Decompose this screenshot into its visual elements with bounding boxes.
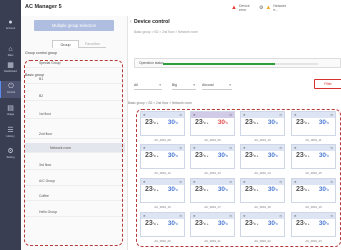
filter-select-all[interactable]: All ▾ <box>134 80 162 90</box>
chevron-down-icon: ▾ <box>159 83 161 87</box>
app-title: AC Manager 5 <box>25 4 62 10</box>
nav-item-label: History <box>6 135 15 138</box>
operation-progress <box>163 63 318 65</box>
nav-item-label: Main <box>7 54 14 57</box>
chart-icon: ▤ <box>7 105 14 112</box>
filter-select-size[interactable]: Big ▾ <box>172 80 196 90</box>
nav-item-label: Usage <box>6 113 15 116</box>
filter-select-all-value: All <box>134 83 138 87</box>
filter-select-size-value: Big <box>172 83 177 87</box>
nav-item-label: Account <box>5 27 16 30</box>
chevron-down-icon: ▾ <box>229 83 231 87</box>
error-alert-label[interactable]: Device error <box>239 4 257 12</box>
grid-icon: ▦ <box>7 62 14 69</box>
home-icon: ⌂ <box>8 46 13 53</box>
device-grid-highlight <box>136 109 341 247</box>
nav-item-account[interactable]: ● Account <box>0 17 21 34</box>
group-tree-highlight <box>24 60 123 246</box>
list-icon: ☰ <box>7 127 14 134</box>
control-group-header: Group control group <box>25 51 57 55</box>
multi-select-button[interactable]: Multiple group selection <box>34 20 114 31</box>
user-alerts: ▲ Device error ⚙ ▲ Network e... <box>231 4 291 12</box>
nav-item-label: Setting <box>6 156 15 159</box>
page-title: Device control <box>134 19 170 25</box>
nav-item-control[interactable]: ⏻ Control <box>0 81 21 98</box>
operation-status-label: Operation status <box>139 61 164 65</box>
filter-button[interactable]: Filter <box>314 79 341 89</box>
nav-item-dashboard[interactable]: ▦ Dashboard <box>0 60 21 77</box>
filter-select-type[interactable]: Aircond ▾ <box>202 80 232 90</box>
nav-item-label: Control <box>6 91 16 94</box>
power-icon: ⏻ <box>8 83 14 90</box>
gear-icon: ⚙ <box>7 148 14 155</box>
nav-item-label: Dashboard <box>4 70 17 73</box>
nav-item-usage[interactable]: ▤ Usage <box>0 103 21 120</box>
app-header: AC Manager 5 ▲ Device error ⚙ ▲ Network … <box>21 0 341 16</box>
tab-favorites[interactable]: Favorites <box>79 40 106 48</box>
side-nav: ● Account ⌂ Main ▦ Dashboard ⏻ Control ▤ Usage ☰ Hi… <box>0 0 21 250</box>
network-alert-label[interactable]: Network e... <box>273 4 291 12</box>
warning-alert-icon[interactable]: ▲ <box>265 5 271 11</box>
nav-item-setting[interactable]: ⚙ Setting <box>0 146 21 163</box>
grid-breadcrumb: Basic group > B2 > 2nd floor > Network r… <box>128 101 192 105</box>
gear-icon[interactable]: ⚙ <box>259 5 263 11</box>
breadcrumb: Basic group > B2 > 2nd floor > Network r… <box>134 30 198 34</box>
user-icon: ● <box>8 19 13 26</box>
operation-progress-fill <box>163 63 275 65</box>
tab-group[interactable]: Group <box>52 40 79 48</box>
chevron-down-icon: ▾ <box>193 83 195 87</box>
filter-select-type-value: Aircond <box>202 83 214 87</box>
nav-item-main[interactable]: ⌂ Main <box>0 44 21 61</box>
operation-status: Operation status <box>134 58 341 68</box>
back-icon[interactable]: ‹ <box>130 19 132 25</box>
nav-item-history[interactable]: ☰ History <box>0 125 21 142</box>
error-alert-icon[interactable]: ▲ <box>231 5 237 11</box>
